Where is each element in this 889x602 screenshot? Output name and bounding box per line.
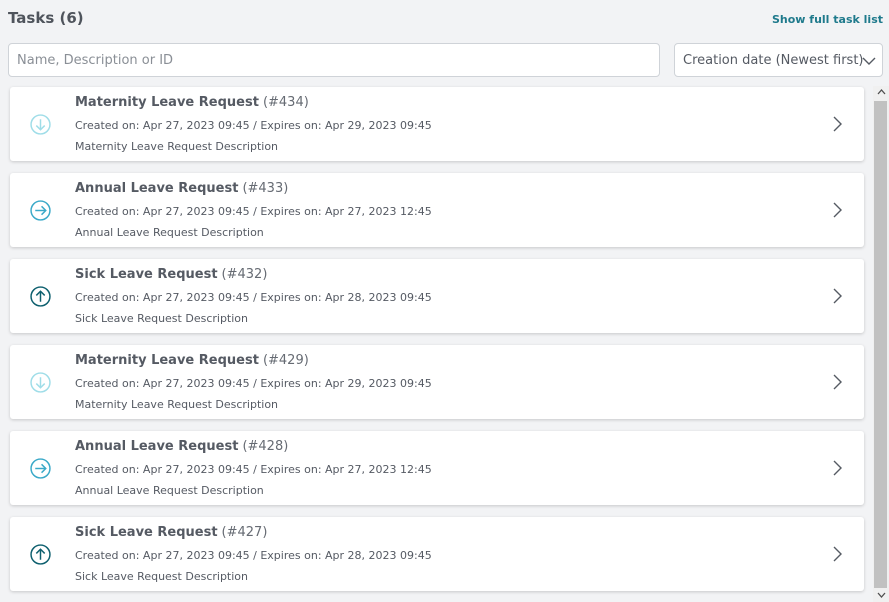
task-name: Sick Leave Request [75, 525, 218, 540]
task-card[interactable]: Sick Leave Request (#427) Created on: Apr… [10, 517, 864, 591]
chevron-right-icon [833, 374, 842, 390]
scroll-up-arrow-icon[interactable] [877, 88, 886, 96]
arrow-right-circle-icon [30, 200, 51, 221]
task-description: Annual Leave Request Description [75, 484, 264, 497]
page-title: Tasks (6) [8, 9, 84, 27]
chevron-right-icon [833, 116, 842, 132]
search-input[interactable] [8, 43, 660, 77]
chevron-right-icon [833, 546, 842, 562]
arrow-up-circle-icon [30, 286, 51, 307]
task-dates: Created on: Apr 27, 2023 09:45 / Expires… [75, 463, 432, 476]
header: Tasks (6) Show full task list [8, 9, 883, 31]
arrow-up-circle-icon [30, 544, 51, 565]
task-description: Maternity Leave Request Description [75, 140, 279, 153]
task-name: Maternity Leave Request [75, 353, 259, 368]
task-dates: Created on: Apr 27, 2023 09:45 / Expires… [75, 549, 432, 562]
task-name: Annual Leave Request [75, 439, 239, 454]
task-id: (#432) [221, 267, 268, 282]
task-dates: Created on: Apr 27, 2023 09:45 / Expires… [75, 205, 432, 218]
task-name: Annual Leave Request [75, 181, 239, 196]
sort-selected-value: Creation date (Newest first) [683, 53, 864, 68]
task-dates: Created on: Apr 27, 2023 09:45 / Expires… [75, 119, 432, 132]
task-description: Maternity Leave Request Description [75, 398, 279, 411]
task-name: Maternity Leave Request [75, 95, 259, 110]
task-title: Sick Leave Request (#432) [75, 267, 267, 282]
task-title: Annual Leave Request (#433) [75, 181, 288, 196]
task-title: Maternity Leave Request (#434) [75, 95, 309, 110]
task-id: (#434) [262, 95, 309, 110]
task-id: (#427) [221, 525, 268, 540]
chevron-right-icon [833, 288, 842, 304]
scroll-down-arrow-icon[interactable] [877, 591, 886, 599]
task-description: Sick Leave Request Description [75, 312, 248, 325]
task-id: (#428) [242, 439, 289, 454]
task-description: Annual Leave Request Description [75, 226, 264, 239]
task-card[interactable]: Annual Leave Request (#433) Created on: A… [10, 173, 864, 247]
task-dates: Created on: Apr 27, 2023 09:45 / Expires… [75, 291, 432, 304]
chevron-right-icon [833, 460, 842, 476]
vertical-scrollbar[interactable] [873, 86, 889, 602]
task-id: (#429) [262, 353, 309, 368]
task-card[interactable]: Maternity Leave Request (#434) Created on… [10, 87, 864, 161]
arrow-right-circle-icon [30, 458, 51, 479]
task-id: (#433) [242, 181, 289, 196]
task-description: Sick Leave Request Description [75, 570, 248, 583]
chevron-right-icon [833, 202, 842, 218]
task-card[interactable]: Maternity Leave Request (#429) Created on… [10, 345, 864, 419]
sort-dropdown[interactable]: Creation date (Newest first) [674, 43, 883, 77]
arrow-down-circle-icon [30, 114, 51, 135]
task-card[interactable]: Sick Leave Request (#432) Created on: Apr… [10, 259, 864, 333]
task-list: Maternity Leave Request (#434) Created on… [10, 87, 864, 602]
task-title: Maternity Leave Request (#429) [75, 353, 309, 368]
show-full-task-list-link[interactable]: Show full task list [772, 13, 883, 26]
arrow-down-circle-icon [30, 372, 51, 393]
scrollbar-thumb[interactable] [874, 101, 887, 588]
task-title: Sick Leave Request (#427) [75, 525, 267, 540]
task-dates: Created on: Apr 27, 2023 09:45 / Expires… [75, 377, 432, 390]
task-title: Annual Leave Request (#428) [75, 439, 288, 454]
chevron-down-icon [862, 57, 876, 65]
task-name: Sick Leave Request [75, 267, 218, 282]
task-card[interactable]: Annual Leave Request (#428) Created on: A… [10, 431, 864, 505]
